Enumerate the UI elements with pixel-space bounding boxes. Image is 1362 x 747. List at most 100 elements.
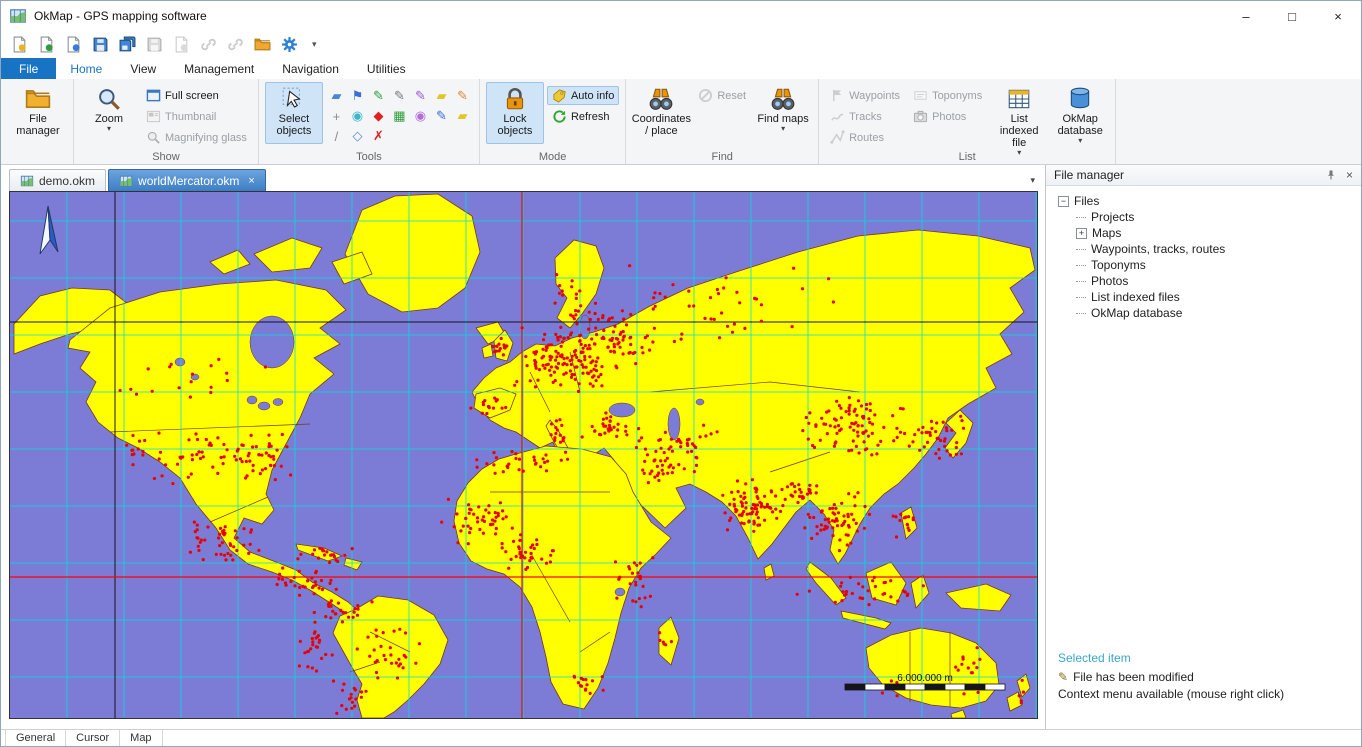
open-map-button[interactable]	[34, 33, 59, 56]
coordinates-place-button[interactable]: Coordinates / place	[632, 82, 690, 144]
draw-track-tool-icon[interactable]: ✎	[389, 86, 410, 106]
tree-item-maps[interactable]: +Maps	[1058, 225, 1361, 241]
tree-item-okmap-database[interactable]: OkMap database	[1058, 305, 1361, 321]
open-data-folder-button[interactable]	[250, 33, 275, 56]
find-maps-icon	[768, 85, 798, 113]
close-button[interactable]: ×	[1315, 1, 1361, 31]
tracks-button[interactable]: Tracks	[825, 107, 905, 126]
panel-title: File manager	[1054, 168, 1124, 182]
toponyms-icon	[913, 88, 928, 103]
minimize-button[interactable]: –	[1223, 1, 1269, 31]
map-viewport[interactable]: 6.000.000 m	[9, 191, 1038, 719]
import-map-button[interactable]	[61, 33, 86, 56]
collapse-icon[interactable]: −	[1058, 196, 1069, 207]
select-objects-button[interactable]: Select objects	[265, 82, 323, 144]
ribbon-tab-home[interactable]: Home	[56, 58, 116, 79]
lock-objects-button[interactable]: Lock objects	[486, 82, 544, 144]
auto-info-button[interactable]: Auto info	[547, 86, 619, 105]
rotate-tool-icon[interactable]: ◇	[347, 126, 368, 146]
measure-tool-icon[interactable]: /	[326, 126, 347, 146]
tree-item-waypoints-tracks-routes[interactable]: Waypoints, tracks, routes	[1058, 241, 1361, 257]
draw-area-tool-icon[interactable]: ▰	[431, 86, 452, 106]
marker-red-tool-icon[interactable]: ◆	[368, 106, 389, 126]
file-manager-icon	[23, 85, 53, 113]
unlink-map-button[interactable]	[223, 33, 248, 56]
draw-waypoint-tool-icon[interactable]: ✎	[368, 86, 389, 106]
ribbon-tab-bar: FileHomeViewManagementNavigationUtilitie…	[1, 58, 1361, 79]
tab-close-icon[interactable]: ×	[248, 175, 254, 187]
tree-item-list-indexed-files[interactable]: List indexed files	[1058, 289, 1361, 305]
ribbon-tab-view[interactable]: View	[116, 58, 170, 79]
add-node-tool-icon[interactable]: +	[326, 106, 347, 126]
document-tab-demo-okm[interactable]: demo.okm	[9, 169, 106, 191]
tab-overflow-button[interactable]: ▾	[1030, 175, 1035, 186]
draw-line-tool-icon[interactable]: ✎	[452, 86, 473, 106]
status-tab-general[interactable]: General	[5, 730, 66, 746]
photos-icon	[913, 109, 928, 124]
routes-button[interactable]: Routes	[825, 128, 905, 147]
tree-item-photos[interactable]: Photos	[1058, 273, 1361, 289]
map-canvas[interactable]: 6.000.000 m	[10, 192, 1037, 718]
ribbon-tab-file[interactable]: File	[1, 58, 56, 79]
dropdown-arrow-icon: ▾	[1078, 137, 1082, 145]
tree-item-files[interactable]: −Files	[1058, 193, 1361, 209]
pin-icon[interactable]	[1325, 169, 1337, 181]
full-screen-button[interactable]: Full screen	[141, 86, 252, 105]
list-indexed-file-button[interactable]: List indexed file▾	[990, 82, 1048, 159]
find-maps-button[interactable]: Find maps▾	[754, 82, 812, 144]
ribbon-tab-navigation[interactable]: Navigation	[268, 58, 353, 79]
zoom-icon	[94, 85, 124, 113]
magnifying-glass-button[interactable]: Magnifying glass	[141, 128, 252, 147]
document-tab-bar: demo.okmworldMercator.okm× ▾	[1, 165, 1045, 191]
save-as-button[interactable]	[142, 33, 167, 56]
okmap-database-button[interactable]: OkMap database▾	[1051, 82, 1109, 147]
group-label: List	[819, 151, 1115, 163]
area-green-tool-icon[interactable]: ▦	[389, 106, 410, 126]
dropdown-arrow-icon: ▾	[781, 125, 785, 133]
select-objects-icon	[279, 85, 309, 113]
okmap-app-icon	[9, 7, 27, 25]
draw-route-tool-icon[interactable]: ✎	[410, 86, 431, 106]
status-tab-cursor[interactable]: Cursor	[66, 730, 120, 746]
eraser-yellow-tool-icon[interactable]: ▰	[452, 106, 473, 126]
expand-icon[interactable]: +	[1076, 228, 1087, 239]
save-button[interactable]	[88, 33, 113, 56]
settings-button[interactable]	[277, 33, 302, 56]
file-manager-button[interactable]: File manager	[9, 82, 67, 144]
thumbnail-button[interactable]: Thumbnail	[141, 107, 252, 126]
document-tab-worldmercator-okm[interactable]: worldMercator.okm×	[108, 169, 266, 191]
ribbon-group-file-manager: File manager	[3, 79, 74, 164]
full-screen-icon	[146, 88, 161, 103]
palette-teal-tool-icon[interactable]: ◉	[347, 106, 368, 126]
panel-info: Selected item ✎File has been modified Co…	[1058, 650, 1353, 703]
reset-icon	[698, 88, 713, 103]
delete-object-tool-icon[interactable]: ✗	[368, 126, 389, 146]
quick-access-toolbar: ▾	[1, 31, 1361, 58]
flag-tool-tool-icon[interactable]: ⚑	[347, 86, 368, 106]
okmap-database-icon	[1065, 85, 1095, 113]
save-all-button[interactable]	[115, 33, 140, 56]
link-map-button[interactable]	[196, 33, 221, 56]
qat-overflow-button[interactable]: ▾	[304, 39, 325, 50]
refresh-button[interactable]: Refresh	[547, 107, 619, 126]
new-map-button[interactable]	[7, 33, 32, 56]
photos-button[interactable]: Photos	[908, 107, 987, 126]
ribbon-group-list: Waypoints Tracks Routes Toponyms PhotosList …	[819, 79, 1116, 164]
panel-close-icon[interactable]: ×	[1344, 168, 1355, 182]
reset-button[interactable]: Reset	[693, 86, 751, 105]
toponyms-button[interactable]: Toponyms	[908, 86, 987, 105]
maximize-button[interactable]: □	[1269, 1, 1315, 31]
modified-pencil-icon: ✎	[1058, 670, 1068, 684]
waypoints-button[interactable]: Waypoints	[825, 86, 905, 105]
zoom-button[interactable]: Zoom▾	[80, 82, 138, 144]
ribbon-tab-utilities[interactable]: Utilities	[353, 58, 420, 79]
palette-purple-tool-icon[interactable]: ◉	[410, 106, 431, 126]
status-tab-map[interactable]: Map	[120, 730, 162, 746]
pencil-blue-tool-icon[interactable]: ✎	[431, 106, 452, 126]
ribbon-tab-management[interactable]: Management	[170, 58, 268, 79]
tree-item-projects[interactable]: Projects	[1058, 209, 1361, 225]
group-label: Tools	[259, 151, 479, 163]
eraser-tool-icon[interactable]: ▰	[326, 86, 347, 106]
export-button[interactable]	[169, 33, 194, 56]
tree-item-toponyms[interactable]: Toponyms	[1058, 257, 1361, 273]
